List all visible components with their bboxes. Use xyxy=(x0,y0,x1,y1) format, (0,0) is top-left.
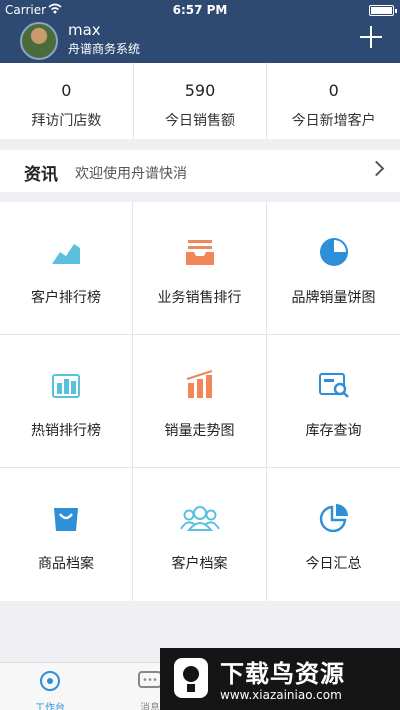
company-name: 舟谱商务系统 xyxy=(68,42,141,56)
grid-item-customer-ranking[interactable]: 客户排行榜 xyxy=(0,202,133,335)
user-name: max xyxy=(68,21,101,39)
tab-label: 工作台 xyxy=(35,703,65,710)
pie-chart-icon xyxy=(319,238,348,266)
trend-chart-icon xyxy=(186,370,212,398)
area-chart-icon xyxy=(52,244,80,264)
hot-ranking-icon xyxy=(52,374,80,398)
watermark-banner: 下载鸟资源 www.xiazainiao.com xyxy=(160,648,400,710)
news-title: 资讯 xyxy=(24,165,58,185)
grid-item-customer-archive[interactable]: 客户档案 xyxy=(133,468,267,601)
add-button[interactable] xyxy=(360,26,382,48)
stats-panel: 0 拜访门店数 590 今日销售额 0 今日新增客户 xyxy=(0,63,400,139)
grid-item-label: 库存查询 xyxy=(305,423,362,439)
stat-label: 拜访门店数 xyxy=(31,113,102,129)
shopping-bag-icon xyxy=(54,508,78,531)
stat-value: 590 xyxy=(184,81,216,100)
grid-item-stock-search[interactable]: 库存查询 xyxy=(267,335,400,468)
stat-new-customers[interactable]: 0 今日新增客户 xyxy=(267,63,400,139)
news-bar[interactable]: 资讯 欢迎使用舟谱快消 xyxy=(0,150,400,192)
grid-item-label: 业务销售排行 xyxy=(157,290,242,306)
stat-visits[interactable]: 0 拜访门店数 xyxy=(0,63,134,139)
grid-item-label: 客户排行榜 xyxy=(31,290,101,306)
tab-workbench[interactable]: 工作台 xyxy=(15,669,85,710)
customers-icon xyxy=(179,506,220,531)
grid-item-today-summary[interactable]: 今日汇总 xyxy=(267,468,400,601)
stat-sales[interactable]: 590 今日销售额 xyxy=(134,63,268,139)
grid-item-hot-ranking[interactable]: 热销排行榜 xyxy=(0,335,133,468)
news-text: 欢迎使用舟谱快消 xyxy=(75,166,187,182)
grid-item-sales-ranking[interactable]: 业务销售排行 xyxy=(133,202,267,335)
stat-label: 今日新增客户 xyxy=(291,113,376,129)
grid-item-label: 热销排行榜 xyxy=(31,423,101,439)
grid-item-label: 品牌销量饼图 xyxy=(291,290,376,306)
watermark-url: www.xiazainiao.com xyxy=(220,688,342,702)
workbench-icon xyxy=(40,671,60,691)
bird-logo-icon xyxy=(174,658,208,698)
battery-icon xyxy=(369,5,397,16)
chevron-right-icon xyxy=(368,160,385,177)
stock-search-icon xyxy=(318,373,349,398)
grid-item-label: 商品档案 xyxy=(38,556,94,572)
watermark-title: 下载鸟资源 xyxy=(220,660,345,688)
stat-value: 0 xyxy=(328,81,339,100)
grid-item-sales-trend[interactable]: 销量走势图 xyxy=(133,335,267,468)
tray-list-icon xyxy=(185,240,214,265)
grid-item-label: 今日汇总 xyxy=(305,556,362,572)
status-bar: Carrier 6:57 PM xyxy=(0,0,400,20)
app-header: Carrier 6:57 PM max 舟谱商务系统 xyxy=(0,0,400,63)
stat-label: 今日销售额 xyxy=(165,113,235,129)
grid-item-label: 客户档案 xyxy=(171,556,228,572)
stat-value: 0 xyxy=(61,81,72,100)
avatar[interactable] xyxy=(20,22,58,60)
clock: 6:57 PM xyxy=(172,3,228,17)
grid-item-brand-pie[interactable]: 品牌销量饼图 xyxy=(267,202,400,335)
function-grid: 客户排行榜 业务销售排行 品牌销量饼图 热销排行榜 销量走势图 库存查询 商品档… xyxy=(0,202,400,601)
summary-pie-icon xyxy=(319,504,348,533)
grid-item-product-archive[interactable]: 商品档案 xyxy=(0,468,133,601)
grid-item-label: 销量走势图 xyxy=(164,423,235,439)
